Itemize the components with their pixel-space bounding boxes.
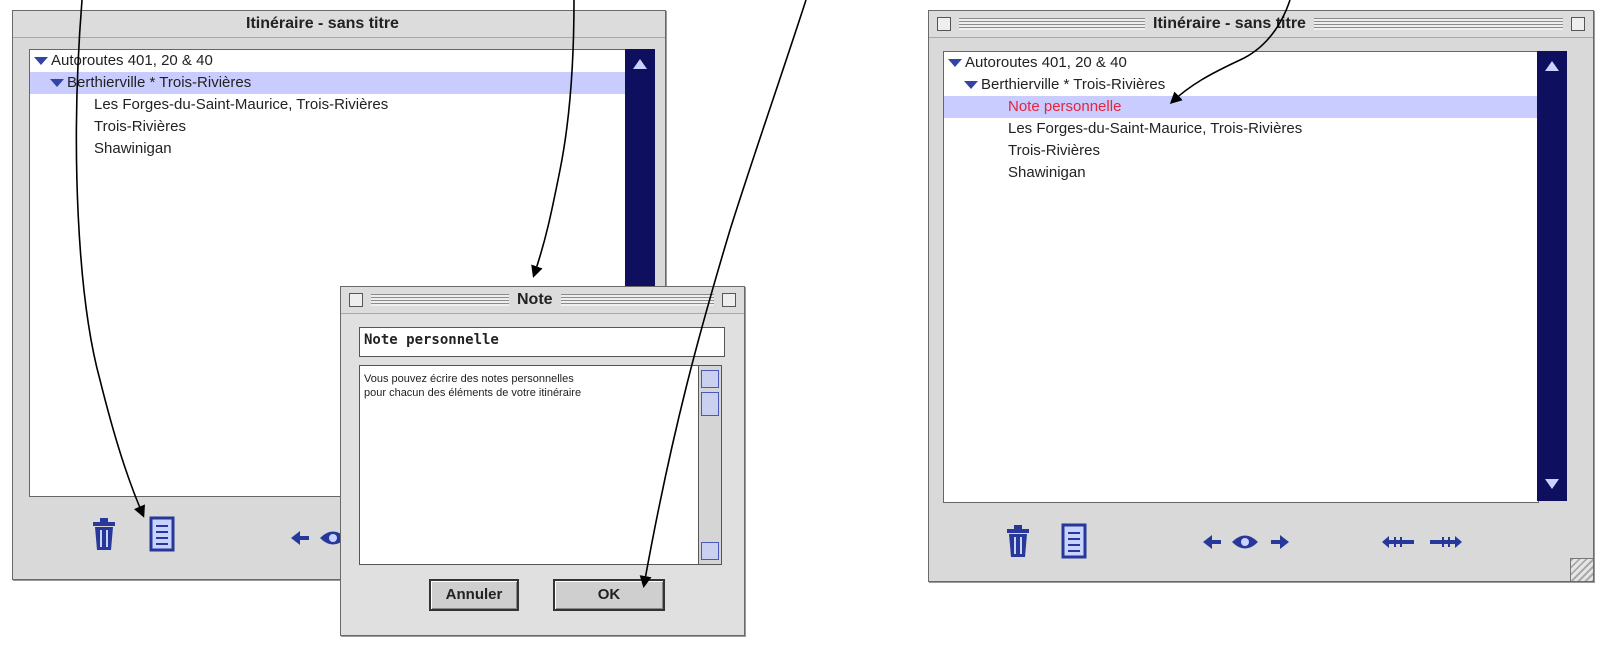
arrow-to-ok-button	[639, 0, 807, 588]
annotation-arrows	[75, 0, 1291, 588]
arrow-to-note-icon	[75, 0, 145, 518]
arrow-to-note-dialog	[531, 0, 575, 278]
arrow-to-note-row	[1169, 0, 1291, 105]
